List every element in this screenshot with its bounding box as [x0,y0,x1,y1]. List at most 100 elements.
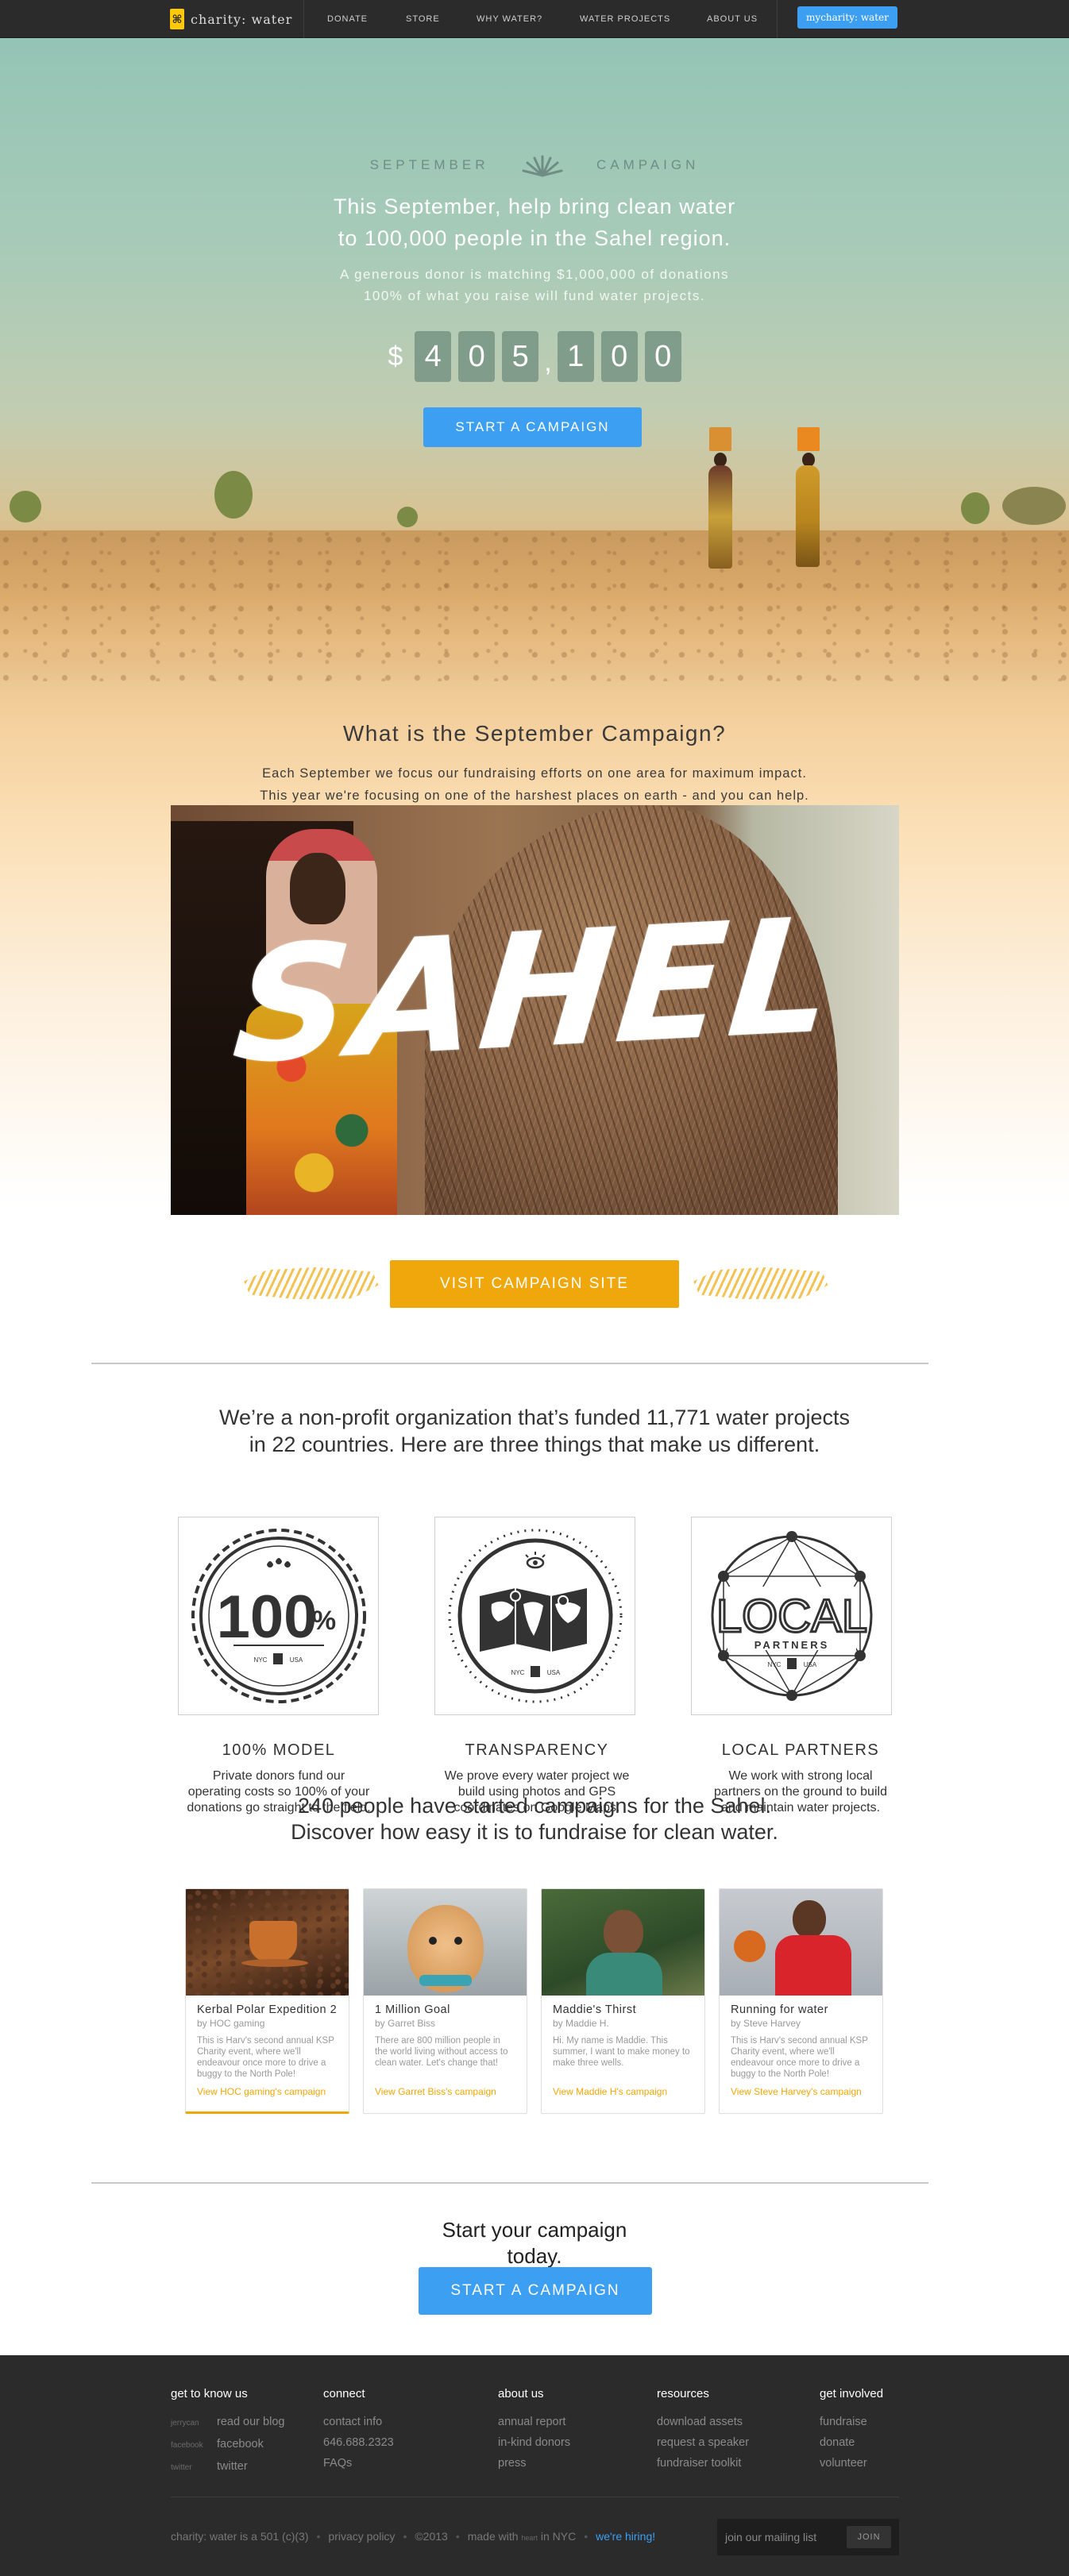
svg-text:USA: USA [803,1661,816,1668]
footer-link[interactable]: annual report [498,2412,570,2432]
heart-icon: heart [521,2534,538,2542]
footer-link[interactable]: press [498,2453,570,2474]
bullet-separator: • [403,2530,407,2543]
card-campaign-link[interactable]: View Garret Biss's campaign [375,2086,515,2097]
world-map-badge-icon: NYC USA [448,1529,622,1703]
badge-100-model: 100 % NYC USA [178,1517,379,1715]
girl-smiling-photo [542,1889,704,1996]
hero-subline-line: A generous donor is matching $1,000,000 … [339,267,730,282]
campaigns-started-line: Discover how easy it is to fundraise for… [291,1820,778,1844]
footer-link[interactable]: volunteer [820,2453,883,2474]
nav-divider [303,0,304,38]
hero-subline-line: 100% of what you raise will fund water p… [363,288,706,303]
campaign-card[interactable]: Kerbal Polar Expedition 2 by HOC gaming … [185,1888,349,2114]
card-author: by HOC gaming [197,2018,265,2029]
woman-carrying-water [702,427,750,618]
footer-link-tag: twitter [171,2463,192,2472]
description-line: Each September we focus our fundraising … [262,766,807,781]
badge-description-line: We prove every water project we [444,1769,630,1783]
card-campaign-link[interactable]: View Maddie H's campaign [553,2086,693,2097]
footer-link[interactable]: contact info [323,2412,394,2432]
gold-hatch-decoration [244,1267,379,1300]
campaign-card[interactable]: Maddie's Thirst by Maddie H. Hi. My name… [541,1888,705,2114]
september-label: SEPTEMBER [369,157,489,172]
card-campaign-link[interactable]: View HOC gaming's campaign [197,2086,338,2097]
nonprofit-intro-line: We’re a non-profit organization that’s f… [219,1406,850,1429]
description-line: This year we're focusing on one of the h… [260,789,809,803]
tree-decoration [10,491,41,523]
footer-heading: resources [657,2387,709,2401]
nonprofit-intro: We’re a non-profit organization that’s f… [0,1404,1069,1458]
svg-text:NYC: NYC [767,1661,781,1668]
nav-donate[interactable]: DONATE [327,0,368,38]
start-campaign-line: Start your campaign [442,2218,627,2242]
local-partners-badge-icon: LOCAL PARTNERS NYC USA [711,1531,872,1701]
nonprofit-status: charity: water is a 501 (c)(3) [171,2530,309,2543]
nav-divider [777,0,778,38]
start-campaign-button[interactable]: START A CAMPAIGN [423,407,642,447]
footer-link[interactable]: FAQs [323,2453,394,2474]
join-button[interactable]: JOIN [847,2526,891,2548]
counter-digit: 0 [600,331,638,382]
campaign-label-text: CAMPAIGN [596,157,700,172]
hundred-percent-badge-icon: 100 % NYC USA [191,1529,366,1703]
footer-col-get-to-know-us: get to know us jerrycan read our blog fac… [171,2387,284,2478]
footer: get to know us jerrycan read our blog fac… [0,2355,1069,2576]
sahel-campaign-image[interactable]: SAHEL [171,805,899,1215]
counter-digit: 5 [502,331,539,382]
privacy-policy-link[interactable]: privacy policy [328,2530,395,2543]
footer-link-text[interactable]: facebook [217,2438,264,2451]
svg-text:NYC: NYC [511,1669,524,1676]
visit-campaign-site-button[interactable]: VISIT CAMPAIGN SITE [390,1260,679,1308]
campaigns-started-heading: 240 people have started campaigns for th… [0,1793,1069,1845]
footer-link-text[interactable]: read our blog [217,2416,284,2428]
in-nyc-text: in NYC [540,2530,577,2543]
footer-link[interactable]: 646.688.2323 [323,2432,394,2453]
campaign-card[interactable]: 1 Million Goal by Garret Biss There are … [363,1888,527,2114]
mailing-list-input[interactable]: join our mailing list [725,2519,816,2555]
nav-why-water[interactable]: WHY WATER? [477,0,542,38]
card-title: 1 Million Goal [375,2003,450,2016]
jerrycan-logo-icon: ⌘ [170,9,184,29]
hiring-link[interactable]: we're hiring! [596,2530,655,2543]
footer-link-tag: jerrycan [171,2419,199,2428]
nav-about-us[interactable]: ABOUT US [707,0,758,38]
footer-link-facebook[interactable]: facebook facebook [171,2434,284,2456]
mycharity-water-button[interactable]: mycharity: water [797,6,897,29]
footer-link-twitter[interactable]: twitter twitter [171,2456,284,2478]
footer-link[interactable]: fundraiser toolkit [657,2453,749,2474]
campaign-card[interactable]: Running for water by Steve Harvey This i… [719,1888,883,2114]
basketball-player-photo [720,1889,882,1996]
nav-store[interactable]: STORE [406,0,440,38]
footer-heading: connect [323,2387,365,2401]
footer-bottom-line: charity: water is a 501 (c)(3) • privacy p… [171,2530,655,2543]
copyright: ©2013 [415,2530,448,2543]
start-campaign-button-bottom[interactable]: START A CAMPAIGN [419,2267,652,2315]
start-campaign-heading: Start your campaign today. [0,2217,1069,2269]
nav-water-projects[interactable]: WATER PROJECTS [580,0,670,38]
footer-link-text[interactable]: twitter [217,2460,248,2473]
badge-title-100-model: 100% MODEL [222,1741,336,1759]
footer-link-blog[interactable]: jerrycan read our blog [171,2412,284,2434]
nonprofit-intro-line: in 22 countries. Here are three things t… [249,1433,820,1456]
svg-text:100: 100 [216,1583,317,1651]
footer-col-about-us: about us annual report in-kind donors pr… [498,2387,570,2474]
footer-link[interactable]: fundraise [820,2412,883,2432]
start-campaign-line: today. [507,2244,562,2268]
mailing-list-signup[interactable]: join our mailing list JOIN [717,2519,899,2555]
footer-link[interactable]: donate [820,2432,883,2453]
sun-rays-icon [520,153,565,177]
sahel-brush-text: SAHEL [226,883,843,1100]
footer-link[interactable]: download assets [657,2412,749,2432]
counter-digit: 1 [557,331,594,382]
badge-description-line: We work with strong local [728,1769,873,1783]
footer-link[interactable]: request a speaker [657,2432,749,2453]
campaign-label: SEPTEMBER CAMPAIGN [0,153,1069,177]
card-campaign-link[interactable]: View Steve Harvey's campaign [731,2086,871,2097]
counter-dollar-sign: $ [388,341,403,372]
top-nav: ⌘ charity: water DONATE STORE WHY WATER?… [0,0,1069,38]
footer-link[interactable]: in-kind donors [498,2432,570,2453]
badge-transparency: NYC USA [434,1517,635,1715]
logo[interactable]: ⌘ charity: water [170,6,292,32]
hero-subline: A generous donor is matching $1,000,000 … [0,264,1069,307]
